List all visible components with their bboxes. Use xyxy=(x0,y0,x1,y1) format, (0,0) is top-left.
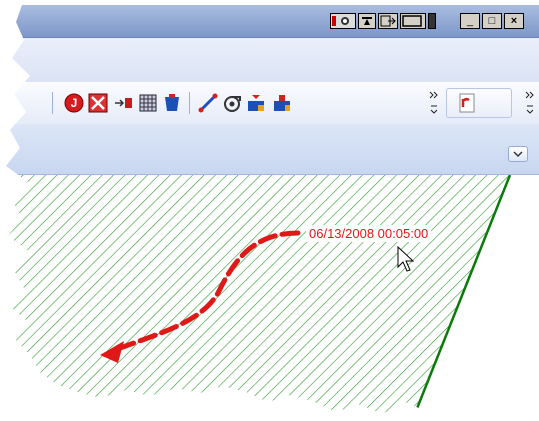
pump-icon[interactable] xyxy=(222,93,242,113)
expand-chevron-button[interactable] xyxy=(508,146,528,162)
toolbar-separator xyxy=(52,92,53,114)
maximize-button[interactable]: □ xyxy=(482,13,502,29)
grid-icon[interactable] xyxy=(138,93,158,113)
view-options-icon[interactable] xyxy=(330,13,356,29)
panel-header xyxy=(6,124,539,175)
map-canvas[interactable] xyxy=(6,175,539,414)
reservoir-icon[interactable] xyxy=(246,93,266,113)
close-button[interactable]: × xyxy=(504,13,524,29)
pipe-icon[interactable] xyxy=(198,93,218,113)
title-bar: _ □ × xyxy=(6,5,539,38)
restore-panel-icon[interactable] xyxy=(400,13,426,29)
toolbar-overflow-icon[interactable] xyxy=(524,90,536,118)
report-toolbar xyxy=(446,88,512,118)
valve-icon[interactable] xyxy=(272,93,292,113)
toolbar-separator xyxy=(189,92,190,114)
hatched-area xyxy=(6,175,510,414)
report-icon[interactable] xyxy=(457,93,477,113)
map-view xyxy=(6,175,512,414)
toolbar: J xyxy=(6,82,539,125)
screenshot-frame: _ □ × J 06/13/2008 00:05:00 xyxy=(6,5,539,414)
minimize-button[interactable]: _ xyxy=(460,13,480,29)
toolbar-overflow-icon[interactable] xyxy=(428,90,440,118)
panel-end-icon xyxy=(428,13,436,29)
junction-icon[interactable]: J xyxy=(64,93,84,113)
connect-icon[interactable] xyxy=(114,93,134,113)
dock-icon[interactable] xyxy=(378,13,398,29)
junction-icon-label: J xyxy=(71,96,78,110)
timestamp-label: 06/13/2008 00:05:00 xyxy=(306,225,432,242)
menu-bar xyxy=(6,38,539,82)
tank-icon[interactable] xyxy=(162,93,182,113)
pin-icon[interactable] xyxy=(358,13,376,29)
chevron-down-icon xyxy=(513,151,523,158)
delete-icon[interactable] xyxy=(88,93,108,113)
